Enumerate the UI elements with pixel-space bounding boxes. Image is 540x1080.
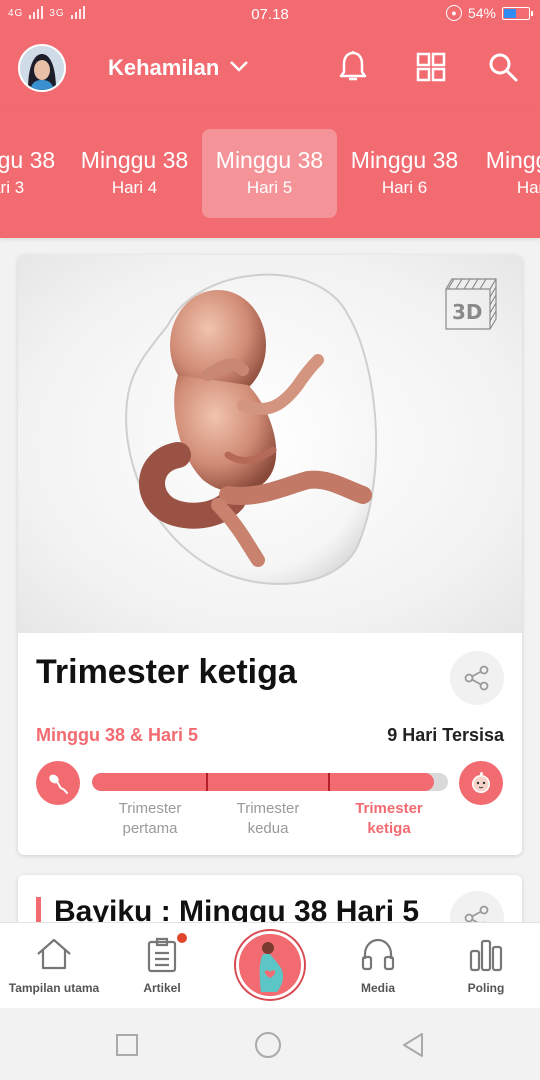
pregnancy-progress-bar xyxy=(92,773,448,791)
trimester-label-line: Trimester xyxy=(236,800,300,817)
rotation-lock-icon: ● xyxy=(445,5,462,21)
battery-percent: 54% xyxy=(467,5,496,21)
baby-face-icon xyxy=(459,761,503,805)
home-icon xyxy=(0,937,108,973)
trimester-divider xyxy=(206,773,208,791)
sperm-icon xyxy=(36,761,80,805)
grid-icon[interactable] xyxy=(414,50,448,84)
tab-day-label: Hari 5 xyxy=(246,178,293,197)
share-button[interactable] xyxy=(450,651,504,705)
pregnancy-icon xyxy=(239,934,301,996)
search-icon[interactable] xyxy=(486,50,520,84)
nav-home-label: Tampilan utama xyxy=(8,981,100,995)
tab-week-label: Minggu 38 xyxy=(485,147,540,173)
progress-fill xyxy=(92,773,434,791)
recent-apps-icon[interactable] xyxy=(112,1030,142,1060)
day-tabs[interactable]: Minggu 38 Hari 3 Minggu 38 Hari 4 Minggu… xyxy=(0,108,540,238)
avatar[interactable] xyxy=(18,44,66,92)
tab-week-label: Minggu 38 xyxy=(0,147,56,173)
current-week-day: Minggu 38 & Hari 5 xyxy=(36,725,199,745)
trimester-label-line: kedua xyxy=(247,820,289,837)
home-circle-icon[interactable] xyxy=(253,1030,283,1060)
trimester-divider xyxy=(328,773,330,791)
3d-badge-icon[interactable]: 3D xyxy=(440,275,502,338)
poll-icon xyxy=(432,937,540,973)
tab-week-label: Minggu 38 xyxy=(215,147,324,173)
tab-day-7[interactable]: Minggu 38 Hari 7 xyxy=(472,129,540,218)
back-icon[interactable] xyxy=(398,1030,428,1060)
article-icon xyxy=(108,937,216,973)
bell-icon[interactable] xyxy=(336,50,370,84)
status-bar: 4G 3G 07.18 ● 54% xyxy=(0,0,540,28)
tab-day-label: Hari 3 xyxy=(0,178,25,197)
system-navigation-bar xyxy=(0,1008,540,1080)
tab-day-label: Hari 4 xyxy=(111,178,158,197)
notification-dot xyxy=(175,931,189,945)
trimester-label-second: Trimester kedua xyxy=(208,799,328,839)
nav-media-label: Media xyxy=(360,981,395,995)
tab-day-3[interactable]: Minggu 38 Hari 3 xyxy=(0,129,69,218)
nav-poll-label: Poling xyxy=(467,981,505,995)
trimester-card: 3D Trimester ketiga Minggu 38 & Hari 5 9… xyxy=(18,255,522,855)
headphones-icon xyxy=(324,937,432,973)
nav-media[interactable]: Media xyxy=(324,923,432,1009)
chevron-down-icon xyxy=(229,59,249,77)
days-remaining: 9 Hari Tersisa xyxy=(387,725,504,745)
trimester-label-first: Trimester pertama xyxy=(90,799,210,839)
share-icon xyxy=(464,665,489,691)
tab-day-label: Hari 7 xyxy=(516,178,540,197)
trimester-label-line: ketiga xyxy=(367,820,411,837)
tab-day-4[interactable]: Minggu 38 Hari 4 xyxy=(67,129,202,218)
nav-article-label: Artikel xyxy=(143,981,181,995)
trimester-label-line: Trimester xyxy=(355,800,423,817)
pregnancy-center-button[interactable] xyxy=(236,931,304,999)
header-title: Kehamilan xyxy=(108,55,220,80)
fetus-3d-image[interactable]: 3D xyxy=(18,255,522,633)
nav-article[interactable]: Artikel xyxy=(108,923,216,1009)
trimester-title: Trimester ketiga xyxy=(36,653,297,691)
3d-badge-text: 3D xyxy=(452,300,483,324)
trimester-label-line: pertama xyxy=(122,820,178,837)
tab-week-label: Minggu 38 xyxy=(80,147,189,173)
nav-home[interactable]: Tampilan utama xyxy=(0,923,108,1009)
battery-icon xyxy=(502,6,533,20)
nav-poll[interactable]: Poling xyxy=(432,923,540,1009)
trimester-label-line: Trimester xyxy=(118,800,182,817)
tab-day-6[interactable]: Minggu 38 Hari 6 xyxy=(337,129,472,218)
pregnancy-dropdown[interactable]: Kehamilan xyxy=(108,55,249,81)
tab-day-5[interactable]: Minggu 38 Hari 5 xyxy=(202,129,337,218)
tab-week-label: Minggu 38 xyxy=(350,147,459,173)
app-header: Kehamilan xyxy=(0,28,540,108)
trimester-label-third: Trimester ketiga xyxy=(329,799,449,839)
tab-day-label: Hari 6 xyxy=(381,178,428,197)
